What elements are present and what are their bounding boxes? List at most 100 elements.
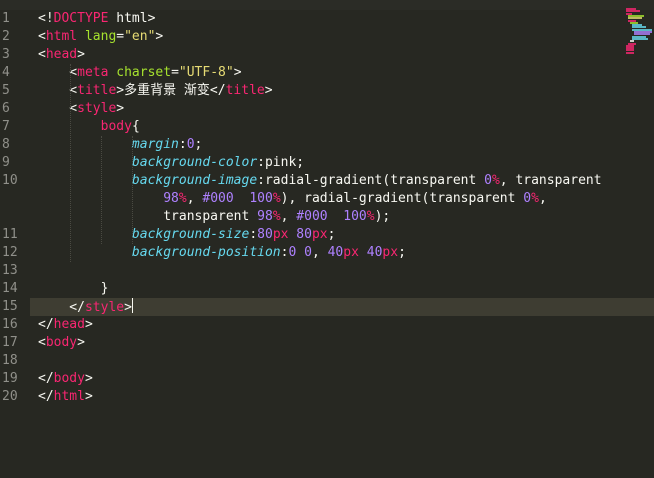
code-token: margin — [131, 137, 179, 152]
code-token: : — [249, 227, 258, 242]
code-token: < — [38, 335, 46, 350]
code-token: } — [38, 281, 109, 296]
code-line[interactable]: background-size:80px 80px; — [38, 226, 336, 244]
code-token: % — [272, 191, 281, 206]
code-token: , — [280, 209, 297, 224]
code-token: 0 — [484, 173, 492, 188]
code-line[interactable]: <!DOCTYPE html> — [38, 10, 155, 28]
code-token: background-image — [131, 173, 258, 188]
code-token: "UTF-8" — [178, 65, 234, 80]
line-number: 15 — [2, 299, 18, 314]
code-token: > — [84, 317, 93, 332]
code-line[interactable]: </html> — [38, 388, 93, 406]
line-number: 17 — [2, 335, 18, 350]
code-token: > — [77, 335, 85, 350]
code-line[interactable]: <title>多重背景 渐变</title> — [38, 82, 272, 100]
code-token: , — [538, 191, 547, 206]
code-line[interactable]: </head> — [38, 316, 93, 334]
code-token: background-size — [131, 227, 250, 242]
code-line[interactable]: <html lang="en"> — [38, 28, 163, 46]
code-token: px — [311, 227, 328, 242]
code-token: 40 — [366, 245, 383, 260]
code-token: html — [53, 389, 85, 404]
code-token: charset — [116, 65, 172, 80]
code-line[interactable]: body{ — [38, 118, 140, 136]
code-token: > — [233, 65, 242, 80]
code-token: 80 — [296, 227, 312, 242]
minimap[interactable] — [626, 8, 652, 56]
code-token: :pink; — [257, 155, 305, 170]
code-line[interactable]: background-position:0 0, 40px 40px; — [38, 244, 406, 262]
code-line[interactable]: </style> — [38, 298, 133, 316]
code-token: , — [311, 245, 328, 260]
code-token: html> — [108, 11, 156, 26]
code-token: ; — [327, 227, 336, 242]
line-number: 4 — [2, 65, 10, 80]
text-cursor — [131, 298, 133, 313]
line-number: 1 — [2, 11, 10, 26]
code-line[interactable]: <meta charset="UTF-8"> — [38, 64, 242, 82]
code-line[interactable]: background-image:radial-gradient(transpa… — [38, 172, 602, 190]
code-token: < — [38, 83, 78, 98]
code-token: > — [84, 389, 93, 404]
line-number: 11 — [2, 227, 18, 242]
code-token: 98 — [163, 191, 179, 206]
code-line[interactable]: <head> — [38, 46, 85, 64]
code-token: #000 — [296, 209, 328, 224]
line-number: 12 — [2, 245, 18, 260]
code-token: </ — [38, 300, 85, 315]
code-token: title — [77, 83, 117, 98]
code-editor[interactable]: 1 <!DOCTYPE html> 2 <html lang="en"> 3 <head>… — [0, 0, 654, 478]
code-token: > — [116, 101, 125, 116]
code-token: html — [45, 29, 78, 44]
code-line[interactable]: background-color:pink; — [38, 154, 304, 172]
code-token: 40 — [327, 245, 344, 260]
line-number: 3 — [2, 47, 10, 62]
code-token: ; — [398, 245, 406, 260]
code-token: lang — [84, 29, 117, 44]
code-token: , — [186, 191, 203, 206]
code-token: px — [382, 245, 399, 260]
code-token: 0 — [186, 137, 195, 152]
code-token: 98 — [257, 209, 273, 224]
code-token: body — [45, 335, 78, 350]
code-token: < — [38, 29, 46, 44]
line-number: 19 — [2, 371, 18, 386]
code-token: DOCTYPE — [53, 11, 109, 26]
code-token: </ — [38, 317, 54, 332]
code-line[interactable]: transparent 98%, #000 100%); — [38, 208, 390, 226]
code-token: style — [84, 300, 125, 315]
code-line[interactable]: </body> — [38, 370, 93, 388]
code-line[interactable]: <body> — [38, 334, 85, 352]
line-number — [2, 190, 20, 208]
code-token: % — [491, 173, 500, 188]
code-token: 100 — [249, 191, 273, 206]
code-token: body — [53, 371, 85, 386]
code-token: 80 — [257, 227, 273, 242]
code-line[interactable]: margin:0; — [38, 136, 202, 154]
code-token: px — [272, 227, 289, 242]
code-line[interactable]: 98%, #000 100%), radial-gradient(transpa… — [38, 190, 547, 208]
line-number: 14 — [2, 281, 18, 296]
code-token: % — [531, 191, 539, 206]
code-token: < — [38, 65, 78, 80]
code-line[interactable]: } — [38, 280, 109, 298]
code-token: ); — [374, 209, 391, 224]
code-token: head — [45, 47, 78, 62]
code-token: style — [77, 101, 117, 116]
code-token: 100 — [343, 209, 367, 224]
code-token: 0 — [304, 245, 312, 260]
code-token: ), radial-gradient(transparent — [280, 191, 524, 206]
line-number: 2 — [2, 29, 10, 44]
line-number: 13 — [2, 263, 18, 278]
line-number — [2, 208, 20, 226]
code-token: :radial-gradient(transparent — [257, 173, 485, 188]
code-line[interactable]: <style> — [38, 100, 124, 118]
